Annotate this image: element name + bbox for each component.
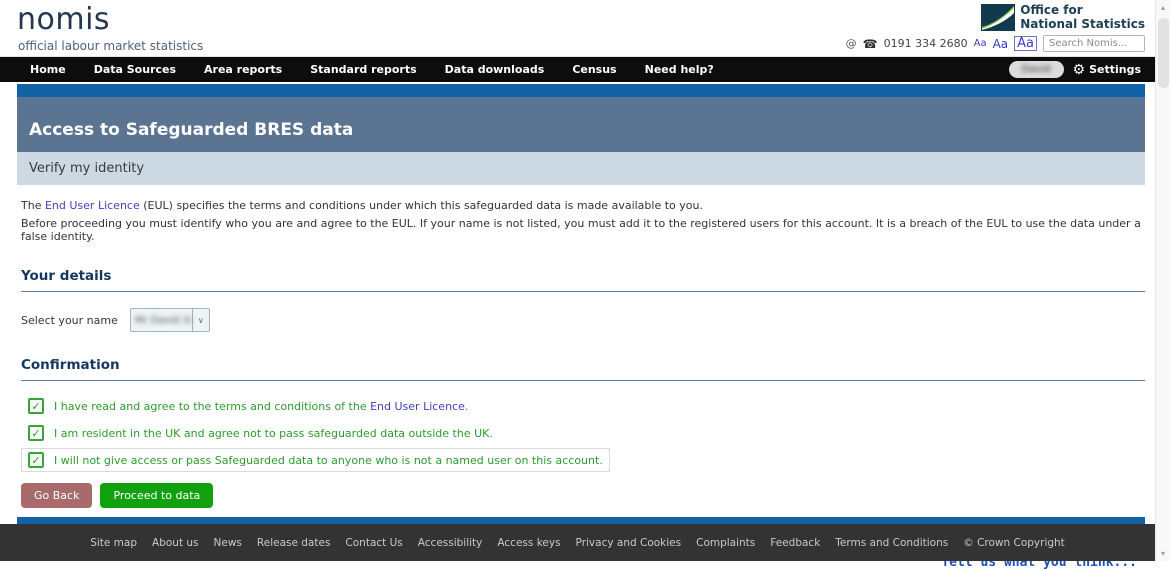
ons-line2: National Statistics <box>1020 18 1145 32</box>
footer-link-news[interactable]: News <box>214 537 242 549</box>
page-title: Access to Safeguarded BRES data <box>29 120 353 140</box>
scrollbar-up-arrow-icon[interactable]: ▴ <box>1156 3 1170 12</box>
intro-paragraph-1: The End User Licence (EUL) specifies the… <box>21 199 1145 212</box>
intro-p1-pre: The <box>21 199 45 212</box>
vertical-scrollbar[interactable]: ▴ ▾ <box>1155 0 1170 561</box>
page: nomis official labour market statistics … <box>0 0 1155 561</box>
confirmation-checklist: ✓ I have read and agree to the terms and… <box>21 391 1145 472</box>
settings-label: Settings <box>1089 63 1141 76</box>
confirmation-text-access: I will not give access or pass Safeguard… <box>54 454 603 467</box>
checkbox-access-checked[interactable]: ✓ <box>28 452 44 468</box>
footer-copyright: © Crown Copyright <box>963 537 1065 549</box>
chevron-down-icon: ∨ <box>192 309 209 331</box>
user-name-redacted: David <box>1022 64 1051 75</box>
name-select[interactable]: Mr David Xxxx ∨ <box>130 308 210 332</box>
scrollbar-down-arrow-icon[interactable]: ▾ <box>1156 549 1170 558</box>
checkbox-eul-checked[interactable]: ✓ <box>28 398 44 414</box>
footer-link-terms[interactable]: Terms and Conditions <box>835 537 948 549</box>
action-buttons: Go Back Proceed to data <box>21 483 1145 508</box>
select-name-row: Select your name Mr David Xxxx ∨ <box>21 308 1145 332</box>
page-title-banner: Access to Safeguarded BRES data <box>17 97 1145 152</box>
contact-row: @ ☎ 0191 334 2680 Aa Aa Aa <box>846 35 1145 52</box>
footer-link-complaints[interactable]: Complaints <box>696 537 755 549</box>
font-size-medium-link[interactable]: Aa <box>993 38 1009 50</box>
gear-icon: ⚙ <box>1073 63 1086 77</box>
nav-item-data-downloads[interactable]: Data downloads <box>431 63 559 76</box>
nav-item-home[interactable]: Home <box>16 63 80 76</box>
scrollbar-thumb[interactable] <box>1158 18 1169 88</box>
footer-link-release-dates[interactable]: Release dates <box>257 537 331 549</box>
user-account-pill[interactable]: David <box>1009 61 1064 78</box>
blue-accent-bar-top <box>17 84 1145 97</box>
intro-paragraph-2: Before proceeding you must identify who … <box>21 217 1145 243</box>
confirmation-eul-post: . <box>465 400 469 413</box>
footer-link-access-keys[interactable]: Access keys <box>497 537 560 549</box>
font-size-large-link[interactable]: Aa <box>1014 36 1037 51</box>
footer-link-privacy-cookies[interactable]: Privacy and Cookies <box>576 537 682 549</box>
page-subtitle: Verify my identity <box>29 161 144 176</box>
nomis-tagline: official labour market statistics <box>18 39 203 53</box>
eul-link-2[interactable]: End User Licence <box>370 400 465 413</box>
main-content: The End User Licence (EUL) specifies the… <box>17 199 1145 570</box>
go-back-button[interactable]: Go Back <box>21 483 92 508</box>
nav-right: David ⚙ Settings <box>1009 57 1141 82</box>
ons-line1: Office for <box>1020 4 1145 18</box>
select-name-label: Select your name <box>21 314 118 327</box>
settings-button[interactable]: ⚙ Settings <box>1073 63 1142 77</box>
confirmation-row-resident: ✓ I am resident in the UK and agree not … <box>21 421 500 445</box>
footer-link-feedback[interactable]: Feedback <box>770 537 820 549</box>
footer-link-about-us[interactable]: About us <box>152 537 199 549</box>
nav-item-need-help[interactable]: Need help? <box>631 63 728 76</box>
nomis-logo[interactable]: nomis <box>17 2 110 37</box>
eul-link[interactable]: End User Licence <box>45 199 140 212</box>
ons-logo: Office for National Statistics <box>981 4 1145 32</box>
intro-p1-post: (EUL) specifies the terms and conditions… <box>140 199 703 212</box>
confirmation-text-eul: I have read and agree to the terms and c… <box>54 400 468 413</box>
ons-logo-text: Office for National Statistics <box>1020 4 1145 32</box>
confirmation-eul-pre: I have read and agree to the terms and c… <box>54 400 370 413</box>
confirmation-row-eul: ✓ I have read and agree to the terms and… <box>21 394 475 418</box>
page-subtitle-banner: Verify my identity <box>17 152 1145 185</box>
nav-item-area-reports[interactable]: Area reports <box>190 63 296 76</box>
footer: Site map About us News Release dates Con… <box>0 524 1155 561</box>
header: nomis official labour market statistics … <box>0 0 1155 57</box>
divider <box>21 380 1145 381</box>
ons-logo-icon <box>981 4 1015 31</box>
confirmation-heading: Confirmation <box>21 357 1145 373</box>
your-details-heading: Your details <box>21 268 1145 284</box>
nav-item-standard-reports[interactable]: Standard reports <box>296 63 430 76</box>
search-input[interactable] <box>1043 35 1145 52</box>
proceed-to-data-button[interactable]: Proceed to data <box>100 483 213 508</box>
divider <box>21 291 1145 292</box>
checkbox-resident-checked[interactable]: ✓ <box>28 425 44 441</box>
email-icon[interactable]: @ <box>846 37 857 50</box>
phone-icon: ☎ <box>863 37 878 51</box>
main-nav: Home Data Sources Area reports Standard … <box>0 57 1155 82</box>
footer-link-contact-us[interactable]: Contact Us <box>345 537 402 549</box>
phone-number: 0191 334 2680 <box>884 37 968 50</box>
font-size-small-link[interactable]: Aa <box>974 39 987 49</box>
nav-item-census[interactable]: Census <box>558 63 630 76</box>
name-select-value-redacted: Mr David Xxxx <box>131 309 192 331</box>
confirmation-row-access: ✓ I will not give access or pass Safegua… <box>21 448 610 472</box>
footer-link-site-map[interactable]: Site map <box>90 537 137 549</box>
confirmation-text-resident: I am resident in the UK and agree not to… <box>54 427 493 440</box>
footer-link-accessibility[interactable]: Accessibility <box>418 537 483 549</box>
nav-item-data-sources[interactable]: Data Sources <box>80 63 190 76</box>
blue-accent-bar-bottom <box>17 517 1145 524</box>
